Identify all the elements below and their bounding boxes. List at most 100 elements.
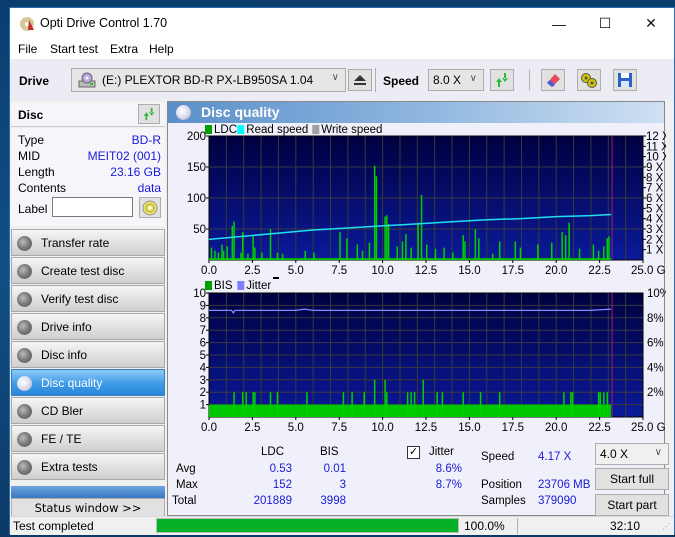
x-tick-label: 17.5 [502,422,524,434]
x-tick-label: 15.0 [458,422,480,434]
bis-bar [571,392,574,417]
menu-start-test[interactable]: Start test [50,42,98,56]
disc-tool-icon [17,292,32,307]
elapsed-time: 32:10 [610,519,641,533]
jitter-header: Jitter [429,446,454,458]
y-tick-label: 10 [193,288,206,300]
disc-type-row: Type BD-R [18,133,161,149]
nav-item-verify-test-disc[interactable]: Verify test disc [11,285,165,312]
disc-type-key: Type [18,133,45,147]
bis-bar [599,392,602,417]
ldc-bar [384,216,386,260]
nav-item-label: CD Bler [41,404,84,418]
total-bis: 3998 [320,495,346,507]
menu-extra[interactable]: Extra [110,42,138,56]
ldc-bar [221,244,223,260]
x-tick-label: 7.5 [331,422,347,434]
ldc-bar [462,235,464,260]
ldc-bar [361,250,364,260]
eject-button[interactable] [348,69,372,91]
disc-mid-key: MID [18,149,40,163]
bis-bar [462,392,464,417]
ldc-bar [387,224,390,260]
disc-label-button[interactable] [139,197,161,218]
x-tick-label: 5.0 [288,422,304,434]
nav-item-transfer-rate[interactable]: Transfer rate [11,229,165,256]
nav-item-disc-quality[interactable]: Disc quality [11,369,165,396]
bis-bar [441,392,444,417]
resize-grip-icon[interactable]: ⋰ [662,522,670,531]
nav-item-label: FE / TE [41,432,82,446]
ldc-bar [254,247,256,260]
nav-item-fe-te[interactable]: FE / TE [11,425,165,452]
nav-item-label: Create test disc [41,264,125,278]
ldc-bar [603,246,605,260]
position-value: 23706 MB [538,479,591,491]
x-tick-label: 12.5 [415,265,437,277]
jitter-checkbox[interactable]: ✓ [407,446,420,459]
y-tick-label: 7 [200,325,206,337]
menu-file[interactable]: File [18,42,37,56]
disc-length-key: Length [18,165,55,179]
speed-value: 4.17 X [538,451,572,463]
ldc-bar [210,247,213,260]
settings-button[interactable] [577,69,601,91]
speed-select[interactable]: 8.0 X ∨ [428,69,484,91]
erase-button[interactable] [541,69,565,91]
refresh-button[interactable] [490,69,514,91]
col-bis-header: BIS [320,446,339,458]
status-window-button[interactable]: Status window >> [11,498,165,518]
ldc-bar [578,248,581,260]
legend-swatch [312,125,320,134]
close-button[interactable]: ✕ [628,8,674,39]
ldc-bar [222,250,225,260]
bis-bar [241,392,244,417]
ldc-bar [217,252,220,260]
y2-tick-label: 4% [647,362,664,374]
bis-bar [422,379,425,417]
drive-value: (E:) PLEXTOR BD-R PX-LB950SA 1.04 [102,73,314,87]
ldc-bar [564,235,567,260]
refresh-icon [496,73,508,87]
minimize-button[interactable]: — [536,8,582,39]
window-title: Opti Drive Control 1.70 [40,16,168,30]
nav-item-cd-bler[interactable]: CD Bler [11,397,165,424]
nav-item-extra-tests[interactable]: Extra tests [11,453,165,480]
max-label: Max [176,479,198,491]
menu-help[interactable]: Help [149,42,174,56]
disc-refresh-button[interactable] [138,104,160,124]
maximize-button[interactable]: ☐ [582,8,628,39]
x-tick-label: 5.0 [288,265,304,277]
disc-header-title: Disc [18,108,44,122]
start-full-button[interactable]: Start full [595,468,669,490]
save-button[interactable] [613,69,637,91]
legend-label: LDC [214,124,237,136]
y2-tick-label: 10% [647,288,666,300]
ldc-baseline [209,258,612,260]
nav-item-create-test-disc[interactable]: Create test disc [11,257,165,284]
nav-item-label: Disc info [41,348,88,362]
start-part-button[interactable]: Start part [595,494,669,516]
panel-title: Disc quality [201,104,280,120]
disc-label-input[interactable] [52,197,133,217]
drive-select[interactable]: (E:) PLEXTOR BD-R PX-LB950SA 1.04 ∨ [71,68,346,92]
y-tick-label: 4 [200,362,207,374]
ldc-bar [608,236,610,260]
disc-contents-row: Contents data [18,181,161,197]
nav-item-drive-info[interactable]: Drive info [11,313,165,340]
nav-item-disc-info[interactable]: Disc info [11,341,165,368]
disc-quality-icon [176,105,191,120]
nav-item-label: Drive info [41,320,92,334]
legend-swatch [237,281,245,290]
x-tick-label: 25.0 GB [631,422,666,434]
ldc-bar [426,244,428,260]
disc-tool-icon [17,432,32,447]
bis-bar [233,392,235,417]
legend-swatch [205,281,212,290]
statusbar-separator [517,518,518,534]
ldc-bar [478,238,480,260]
ldc-bar [434,248,437,260]
disc-tool-icon [17,404,32,419]
x-tick-label: 0.0 [201,422,217,434]
test-speed-select[interactable]: 4.0 X ∨ [595,443,669,465]
